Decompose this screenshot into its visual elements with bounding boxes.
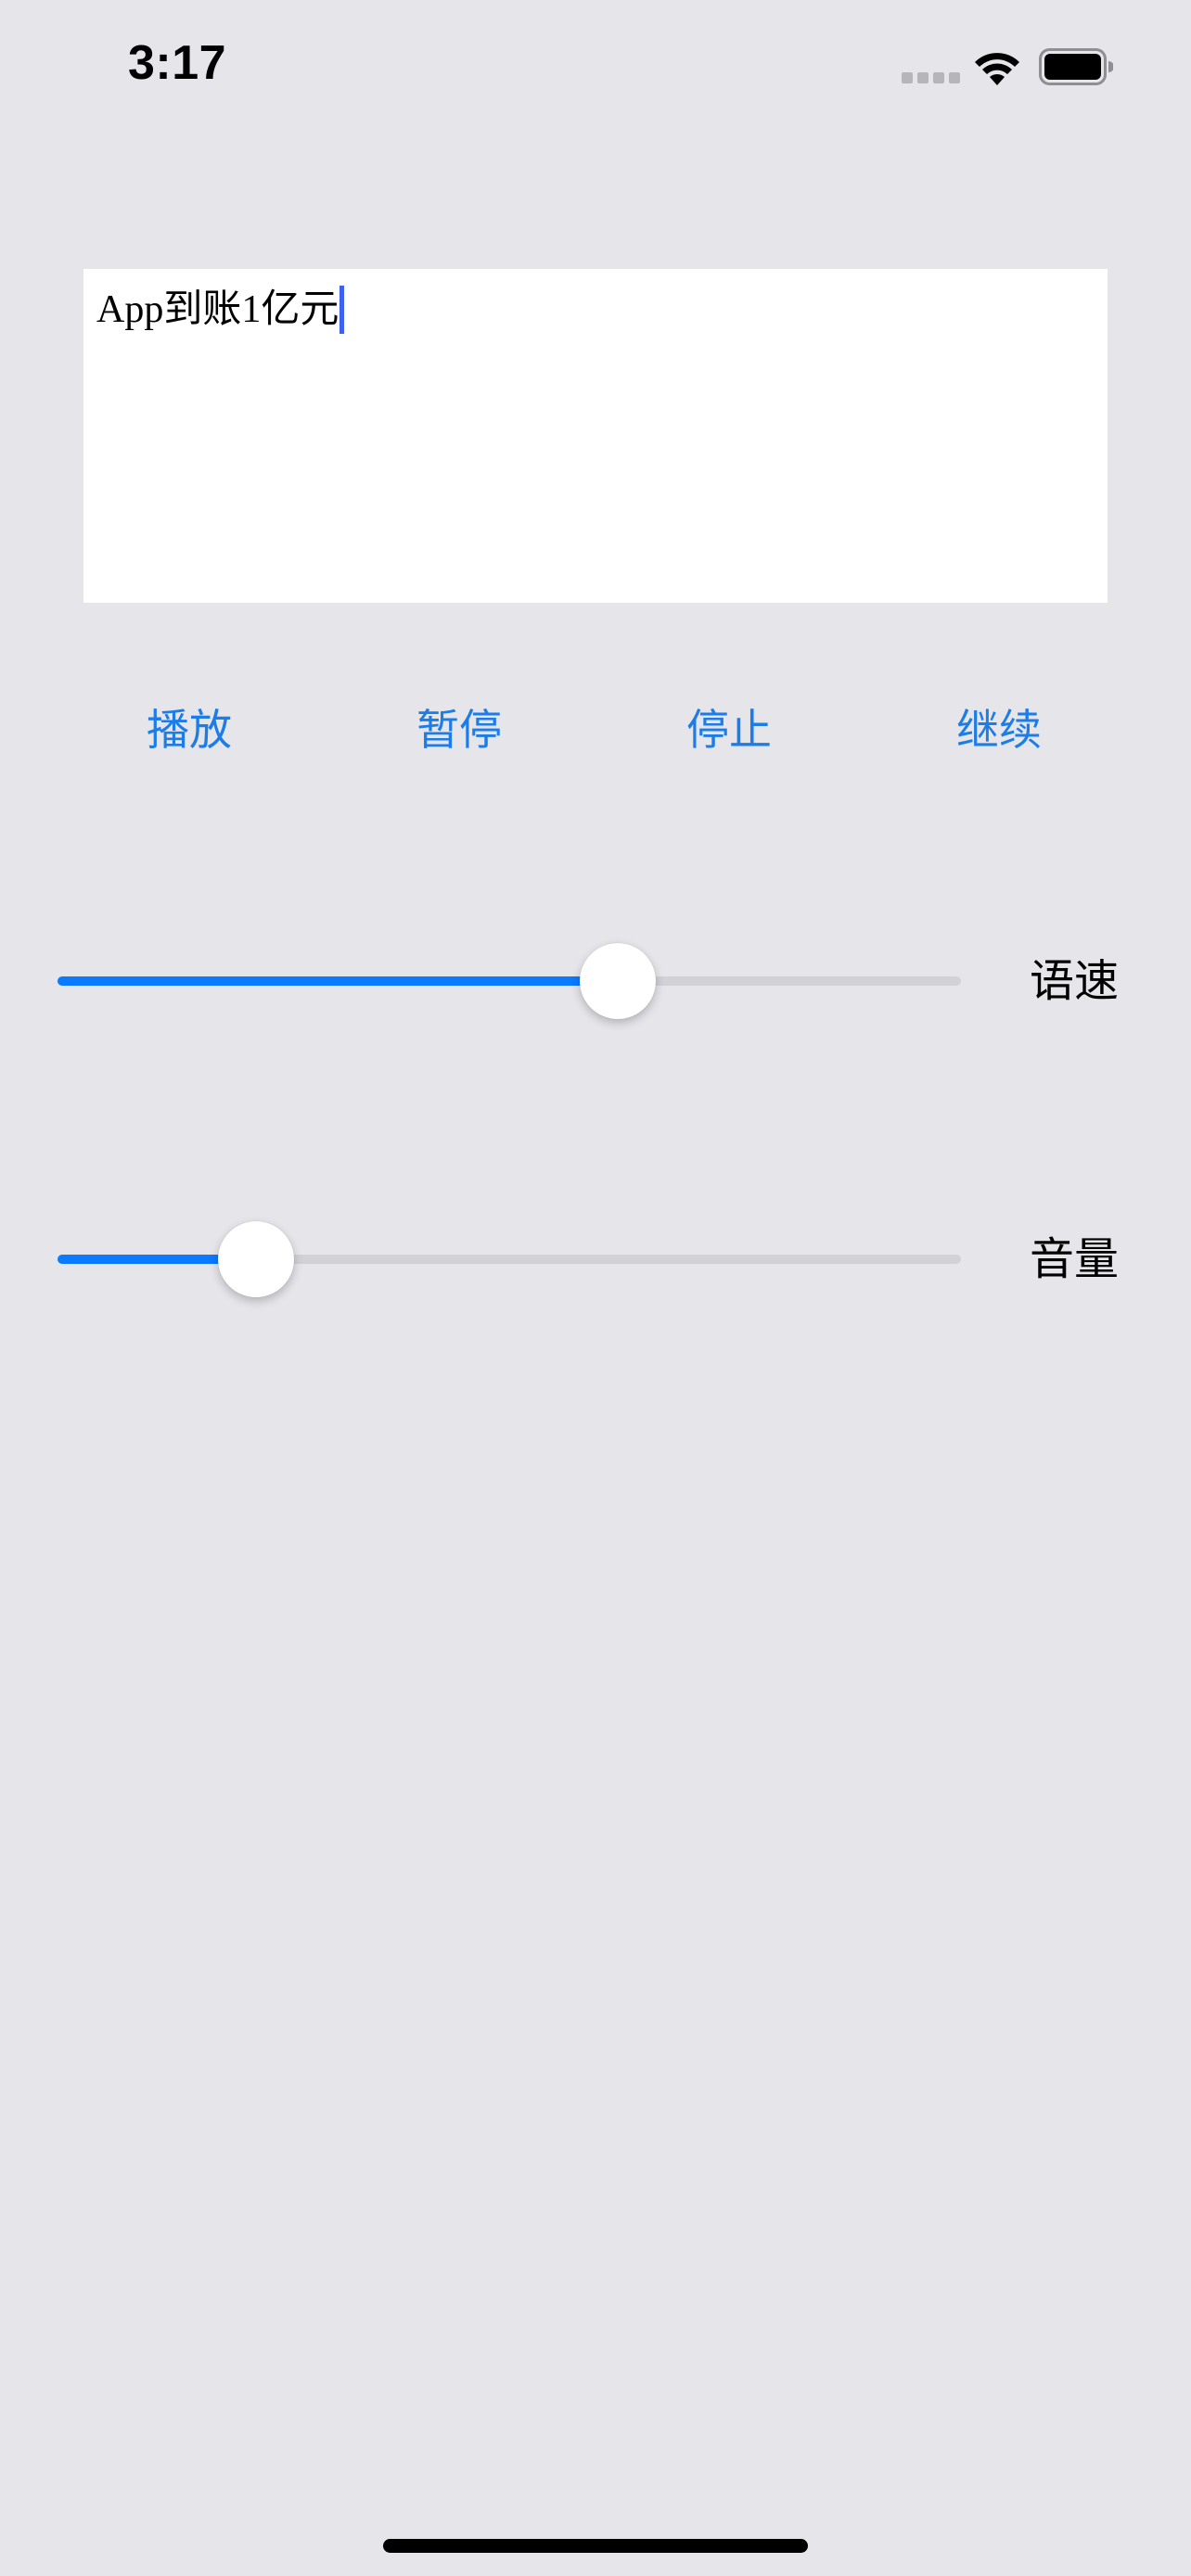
play-button[interactable]: 播放 xyxy=(87,697,291,762)
text-caret xyxy=(339,286,345,334)
volume-slider[interactable] xyxy=(58,1217,961,1300)
speed-slider-thumb[interactable] xyxy=(579,943,656,1019)
cellular-signal-icon xyxy=(902,72,960,83)
wifi-icon xyxy=(975,53,1019,85)
stop-button[interactable]: 停止 xyxy=(627,697,831,762)
status-bar-time: 3:17 xyxy=(128,36,227,90)
pause-button[interactable]: 暂停 xyxy=(357,697,561,762)
text-line: App到账1亿元 xyxy=(96,286,345,334)
speed-slider[interactable] xyxy=(58,938,961,1022)
speed-label: 语速 xyxy=(1030,955,1120,1007)
battery-icon xyxy=(1039,48,1113,85)
text-input-value: App到账1亿元 xyxy=(96,288,339,331)
resume-button[interactable]: 继续 xyxy=(897,697,1101,762)
speed-slider-fill xyxy=(58,976,618,986)
volume-slider-thumb[interactable] xyxy=(218,1221,295,1297)
text-input-area[interactable]: App到账1亿元 xyxy=(83,269,1108,603)
volume-label: 音量 xyxy=(1030,1233,1120,1285)
home-indicator[interactable] xyxy=(383,2539,808,2553)
